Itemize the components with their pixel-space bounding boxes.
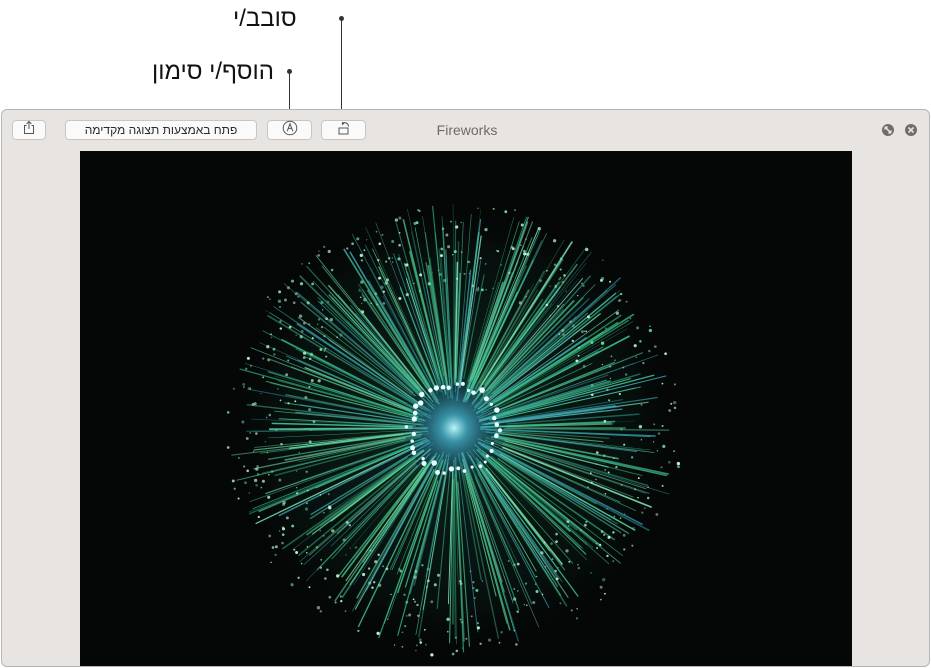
- open-with-preview-label: פתח באמצעות תצוגה מקדימה: [84, 123, 238, 137]
- rotate-callout-dot: [339, 16, 344, 21]
- share-icon: [22, 120, 36, 140]
- window-title: Fireworks: [436, 122, 498, 138]
- markup-button[interactable]: [267, 120, 312, 140]
- toolbar: פתח באמצעות תצוגה מקדימה Fireworks: [2, 110, 929, 150]
- quick-look-window: פתח באמצעות תצוגה מקדימה Fireworks: [1, 109, 930, 667]
- rotate-callout-label: סובב/י: [233, 5, 297, 32]
- fullscreen-icon: [884, 126, 892, 134]
- share-button[interactable]: [12, 120, 46, 140]
- markup-pen-icon: [282, 120, 298, 141]
- close-button[interactable]: [905, 124, 917, 136]
- rotate-left-icon: [336, 120, 352, 141]
- rotate-button[interactable]: [321, 120, 366, 140]
- markup-callout-label: הוסף/י סימון: [152, 58, 274, 85]
- open-with-preview-button[interactable]: פתח באמצעות תצוגה מקדימה: [65, 120, 257, 140]
- markup-callout-dot: [287, 69, 292, 74]
- fireworks-image: [80, 151, 852, 666]
- fullscreen-button[interactable]: [882, 124, 894, 136]
- close-icon: [907, 126, 915, 134]
- image-preview: [80, 151, 852, 666]
